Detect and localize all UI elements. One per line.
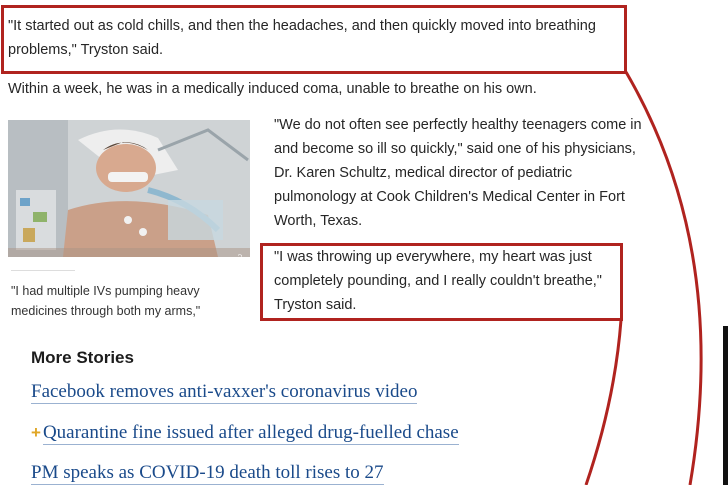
story-link-label[interactable]: Facebook removes anti-vaxxer's coronavir… xyxy=(31,381,418,404)
hospital-photo: COURTESY DUFFIELD FAMILY xyxy=(8,120,250,257)
caption-clip-mask xyxy=(8,320,258,330)
photo-credit: COURTESY DUFFIELD FAMILY xyxy=(238,243,250,257)
hospital-photo-illustration xyxy=(8,120,250,257)
story-link-facebook[interactable]: Facebook removes anti-vaxxer's coronavir… xyxy=(31,381,418,404)
story-link-death-toll[interactable]: PM speaks as COVID-19 death toll rises t… xyxy=(31,462,384,485)
premium-plus-icon: + xyxy=(31,423,41,442)
more-stories-heading: More Stories xyxy=(31,348,134,367)
quote-physician: "We do not often see perfectly healthy t… xyxy=(274,117,642,229)
highlight-box-quote-1 xyxy=(1,5,627,74)
story-link-label[interactable]: Quarantine fine issued after alleged dru… xyxy=(42,422,459,445)
paragraph-coma: Within a week, he was in a medically ind… xyxy=(8,81,537,97)
story-link-label[interactable]: PM speaks as COVID-19 death toll rises t… xyxy=(31,462,384,485)
caption-divider xyxy=(11,270,75,271)
annotation-curve-inner xyxy=(584,319,623,485)
photo-caption: "I had multiple IVs pumping heavy medici… xyxy=(11,284,201,318)
highlight-box-quote-2 xyxy=(260,243,623,321)
scrollbar-edge xyxy=(723,326,728,485)
story-link-quarantine-fine[interactable]: + Quarantine fine issued after alleged dr… xyxy=(31,422,459,445)
